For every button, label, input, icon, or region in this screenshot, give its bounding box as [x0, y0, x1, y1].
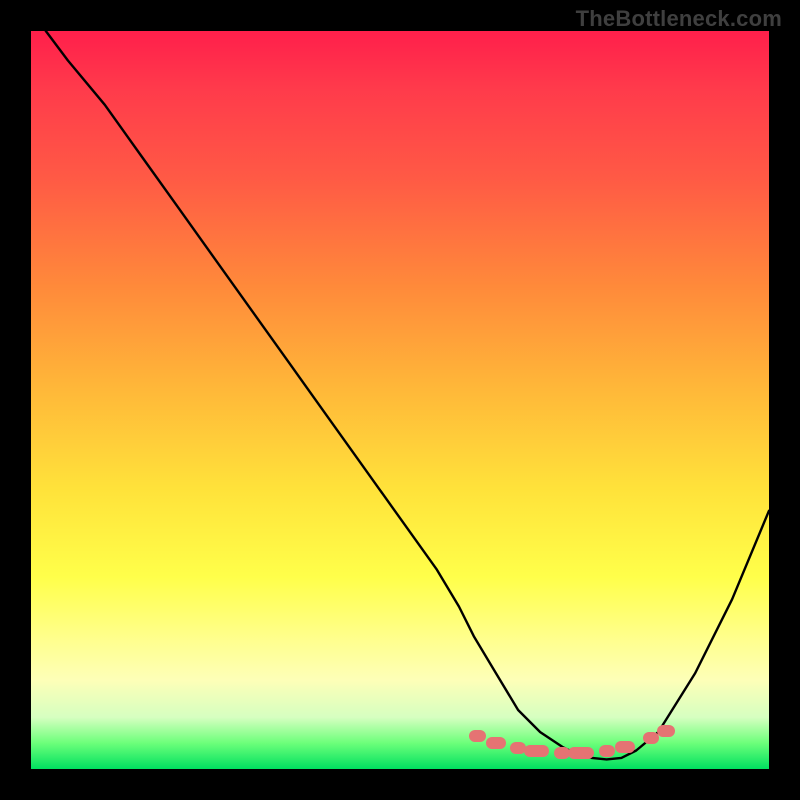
highlight-dash: [599, 745, 615, 757]
watermark-text: TheBottleneck.com: [576, 6, 782, 32]
highlight-dash: [568, 747, 594, 759]
highlight-dash: [643, 732, 659, 744]
highlight-dash: [469, 730, 485, 742]
plot-area: [31, 31, 769, 769]
highlight-dash: [486, 737, 507, 749]
bottleneck-curve: [46, 31, 769, 759]
highlight-dash: [657, 725, 675, 737]
curve-layer: [31, 31, 769, 769]
highlight-dash: [524, 745, 550, 757]
highlight-dash: [615, 741, 634, 753]
chart-frame: TheBottleneck.com: [0, 0, 800, 800]
